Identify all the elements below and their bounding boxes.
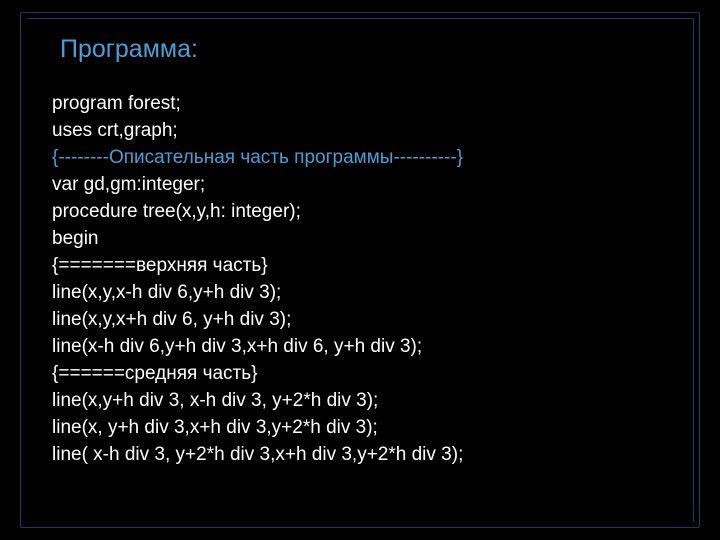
code-line: uses crt,graph; <box>52 117 463 144</box>
code-line: begin <box>52 225 463 252</box>
code-line: line( x-h div 3, y+2*h div 3,x+h div 3,y… <box>52 441 463 468</box>
code-line: var gd,gm:integer; <box>52 171 463 198</box>
code-comment: {--------Описательная часть программы---… <box>52 144 463 171</box>
code-line: line(x,y,x-h div 6,y+h div 3); <box>52 279 463 306</box>
code-line: program forest; <box>52 90 463 117</box>
code-line: procedure tree(x,y,h: integer); <box>52 198 463 225</box>
code-line: {======средняя часть} <box>52 360 463 387</box>
code-line: line(x-h div 6,y+h div 3,x+h div 6, y+h … <box>52 333 463 360</box>
code-line: line(x,y+h div 3, x-h div 3, y+2*h div 3… <box>52 387 463 414</box>
slide-title: Программа: <box>60 35 198 64</box>
code-block: program forest; uses crt,graph; {-------… <box>52 90 463 468</box>
code-line: line(x,y,x+h div 6, y+h div 3); <box>52 306 463 333</box>
code-line: {=======верхняя часть} <box>52 252 463 279</box>
code-line: line(x, y+h div 3,x+h div 3,y+2*h div 3)… <box>52 414 463 441</box>
